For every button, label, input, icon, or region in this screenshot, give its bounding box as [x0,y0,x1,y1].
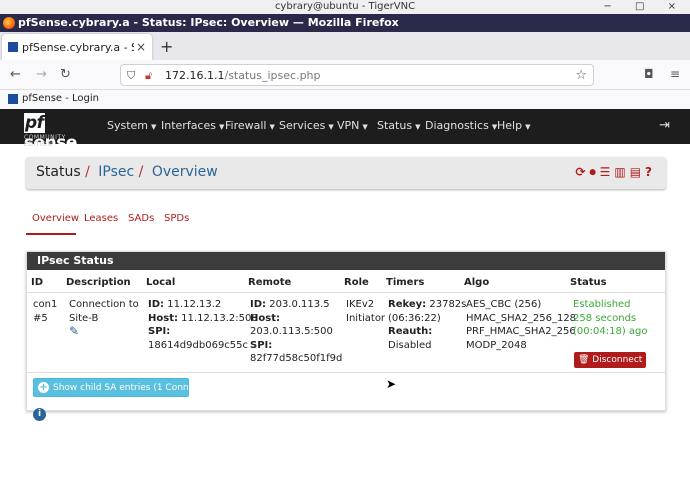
header-algo: Algo [464,277,490,288]
disconnect-p1-button[interactable]: 🗑︎ Disconnect P1 [574,352,656,368]
header-divider [27,292,665,293]
tab-label: pfSense.cybrary.a - Status [22,41,134,54]
bookmark-star-icon[interactable]: ☆ [575,68,587,83]
panel-title: IPsec Status [27,252,665,270]
caret-down-icon: ▼ [362,123,368,131]
menu-help[interactable]: Help ▼ [497,119,530,132]
bookmarks-bar: pfSense - Login [0,90,690,109]
menu-status[interactable]: Status ▼ [377,119,420,132]
pfsense-page: pfsense COMMUNITY EDITION System ▼ Interf… [0,109,690,491]
shield-icon[interactable]: ⛉ [127,69,135,83]
pocket-icon[interactable]: ◘ [644,67,654,81]
header-role: Role [344,277,369,288]
firefox-title-bar: pfSense.cybrary.a - Status: IPsec: Overv… [0,14,690,32]
tab-overview[interactable]: Overview [32,213,79,224]
back-button[interactable]: ← [10,67,21,82]
logo-edition: COMMUNITY EDITION [24,134,66,148]
menu-firewall[interactable]: Firewall ▼ [225,119,275,132]
url-path: /status_ipsec.php [224,69,321,82]
row-divider [27,372,665,373]
forward-button[interactable]: → [36,67,47,82]
info-icon[interactable]: i [33,408,46,421]
pfsense-favicon-icon [8,42,18,52]
tab-sads[interactable]: SADs [128,213,154,224]
trash-icon: 🗑︎ [578,355,593,365]
mouse-cursor-icon: ➤ [386,377,397,391]
caret-down-icon: ▼ [525,123,531,131]
caret-down-icon: ▼ [218,123,225,131]
ipsec-status-panel: IPsec Status ID Description Local Remote… [26,251,666,411]
breadcrumb-overview[interactable]: Overview [152,164,218,180]
menu-system[interactable]: System ▼ [107,119,156,132]
stop-icon[interactable]: ⏺ [590,165,600,179]
menu-diagnostics[interactable]: Diagnostics ▼ [425,119,497,132]
firefox-icon [3,17,15,29]
reload-button[interactable]: ↻ [60,67,71,82]
tab-spds[interactable]: SPDs [164,213,189,224]
active-tab-indicator [26,233,76,235]
breadcrumb-status: Status [36,164,81,180]
cell-id: con1 #5 [33,299,58,324]
plus-circle-icon: + [38,382,49,393]
log-icon[interactable]: ▤ [630,165,645,179]
show-child-sa-button[interactable]: + Show child SA entries (1 Connected) [33,378,217,397]
menu-interfaces[interactable]: Interfaces ▼ [161,119,224,132]
url-host: 172.16.1.1 [165,69,225,82]
window-title: pfSense.cybrary.a - Status: IPsec: Overv… [18,16,399,29]
breadcrumb-bar: Status / IPsec / Overview ⟳⏺☰▥▤? [26,157,666,189]
logo-pf: pf [24,113,45,133]
header-local: Local [146,277,176,288]
caret-down-icon: ▼ [328,123,334,131]
help-icon[interactable]: ? [645,165,656,179]
chart-icon[interactable]: ▥ [614,165,629,179]
header-id: ID [31,277,44,288]
refresh-icon[interactable]: ⟳ [576,165,590,179]
caret-down-icon: ▼ [415,123,421,131]
settings-sliders-icon[interactable]: ☰ [600,165,615,179]
cell-description: Connection to Site-B ✎ [69,299,139,339]
breadcrumb: Status / IPsec / Overview [36,164,218,180]
menu-vpn[interactable]: VPN ▼ [337,119,368,132]
menu-services[interactable]: Services ▼ [279,119,334,132]
cell-local: ID: 11.12.13.2 Host: 11.12.13.2:500 SPI:… [148,299,258,351]
tab-bar: pfSense.cybrary.a - Status × [0,32,690,60]
new-tab-button[interactable]: + [160,37,173,56]
tab-pfsense[interactable]: pfSense.cybrary.a - Status × [2,34,152,60]
caret-down-icon: ▼ [269,123,275,131]
screen: cybrary@ubuntu - TigerVNC − □ × pfSense.… [0,0,690,491]
breadcrumb-actions: ⟳⏺☰▥▤? [576,165,657,180]
cell-status: Established 258 seconds (00:04:18) ago [573,299,648,337]
vnc-title-bar: cybrary@ubuntu - TigerVNC − □ × [0,0,690,14]
tab-close-icon[interactable]: × [136,40,146,54]
header-timers: Timers [386,277,425,288]
caret-down-icon: ▼ [151,123,157,131]
cell-algo: AES_CBC (256) HMAC_SHA2_256_128 PRF_HMAC… [466,299,577,351]
sign-out-icon[interactable]: ⇥ [659,118,670,133]
header-status: Status [570,277,607,288]
cell-remote: ID: 203.0.113.5 Host: 203.0.113.5:500 SP… [250,299,343,364]
header-description: Description [66,277,131,288]
vnc-window-controls[interactable]: − □ × [603,0,686,14]
url-text[interactable]: 172.16.1.1/status_ipsec.php [165,69,321,82]
header-remote: Remote [248,277,292,288]
bookmark-pfsense-login[interactable]: pfSense - Login [22,93,99,104]
pfsense-top-nav: pfsense COMMUNITY EDITION System ▼ Interf… [0,109,690,153]
insecure-lock-icon[interactable]: 🔓︎ [145,69,152,83]
breadcrumb-ipsec[interactable]: IPsec [98,164,134,180]
cell-timers: Rekey: 23782s (06:36:22) Reauth: Disable… [388,299,467,351]
pfsense-logo[interactable]: pfsense COMMUNITY EDITION [24,113,96,153]
cell-role: IKEv2 Initiator [346,299,386,324]
navigation-bar: ← → ↻ ⛉ 🔓︎ 172.16.1.1/status_ipsec.php ☆… [0,60,690,90]
pfsense-bookmark-icon [8,94,18,104]
menu-icon[interactable]: ≡ [670,67,680,81]
url-bar[interactable]: ⛉ 🔓︎ 172.16.1.1/status_ipsec.php ☆ [120,64,594,86]
vnc-title: cybrary@ubuntu - TigerVNC [274,1,416,12]
tab-leases[interactable]: Leases [84,213,118,224]
edit-pencil-icon[interactable]: ✎ [69,324,139,339]
